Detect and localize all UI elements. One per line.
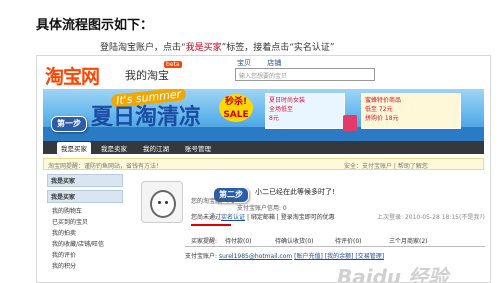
taobao-logo[interactable]: 淘宝网 — [45, 62, 100, 89]
promo2-line1: 蜜蜂特价商品 — [365, 97, 402, 104]
caption-prefix: 登陆淘宝账户，点击“ — [100, 43, 186, 53]
search-input[interactable]: 输入您想要的宝贝 — [235, 68, 375, 81]
sidebar-head-2[interactable]: 我是买家 — [47, 190, 123, 203]
status-line: 您尚未通过实名认证 | 绑定邮箱 | 登录淘宝即可的优惠 — [191, 212, 335, 221]
notice-right: 安全：支付宝账户 | 帮助了解您 — [344, 163, 428, 170]
tab-pending-payment[interactable]: 待付款(0) — [225, 236, 252, 245]
main-nav: 我是买家 我是卖家 我的江湖 账号管理 — [43, 141, 484, 154]
promo1-line3: 8元 — [269, 115, 279, 122]
nav-jianghu-tab[interactable]: 我的江湖 — [143, 143, 169, 153]
face-icon — [150, 190, 176, 218]
alipay-line: 支付宝账户: surel1985@hotmail.com [账户充值] [我的余… — [185, 251, 384, 260]
promo1-line1: 夏日时尚女装 — [269, 97, 306, 104]
account-info: 您的淘宝账户: 1 — [191, 197, 235, 206]
sidebar: 我是买家 我是买家 我的购物车 已买到的宝贝 我的拍卖 我的收藏/店铺/旺信 我… — [47, 174, 123, 282]
reminder-label: 买家提醒: — [191, 238, 218, 245]
notice-bar: 淘宝网提醒：谨防钓鱼网站，省钱有方法！ 安全：支付宝账户 | 帮助了解您 — [43, 158, 484, 170]
sidebar-head-1[interactable]: 我是买家 — [47, 174, 123, 187]
tab-pending-receipt[interactable]: 待确认收货(0) — [275, 236, 314, 245]
real-name-auth-link[interactable]: 实名认证 — [221, 214, 245, 221]
tab-three-months[interactable]: 三个月商家(2) — [389, 236, 428, 245]
account-line-1: 您的淘宝账户: 1 — [191, 198, 235, 205]
promo1-line2: 全场低至 — [269, 106, 294, 113]
banner-title: 夏日淘清凉 — [91, 105, 202, 130]
tab-baobei[interactable]: 宝贝 — [237, 59, 251, 67]
sidebar-item-bought[interactable]: 已买到的宝贝 — [47, 217, 123, 228]
step1-callout: 第一步 — [51, 116, 87, 132]
sidebar-item-favorites[interactable]: 我的收藏/店铺/旺信 — [47, 239, 123, 250]
baidu-watermark: Baidu 经验 — [337, 265, 449, 283]
caption-highlight: 我是买家 — [185, 43, 222, 53]
sidebar-item-cart[interactable]: 我的购物车 — [47, 206, 123, 217]
buyer-reminder-tabs: 买家提醒: 待付款(0) 待确认收货(0) 待评价(0) 三个月商家(2) — [185, 233, 485, 247]
pay-label: 支付宝账户: — [185, 253, 218, 260]
tab-pending-review[interactable]: 待评价(0) — [335, 236, 362, 245]
red-underline — [191, 224, 231, 226]
pay-links[interactable]: [账户充值] [我的余额] [交易管理] — [294, 253, 384, 260]
page-heading: 具体流程图示如下： — [36, 18, 154, 33]
sidebar-item-reviews[interactable]: 我的评价 — [47, 250, 123, 261]
shirt-image — [343, 115, 357, 131]
caption-suffix: ”标签，接着点击“实名认证” — [221, 43, 335, 53]
sale-badge: 秒杀! SALE — [219, 94, 253, 122]
nav-account-tab[interactable]: 账号管理 — [185, 143, 211, 153]
promo-womens-clothing[interactable]: 夏日时尚女装 全场低至 8元 — [265, 93, 345, 129]
promo2-line3: 拼购价 18元 — [365, 115, 399, 122]
nav-seller-tab[interactable]: 我是卖家 — [101, 143, 127, 153]
pay-email[interactable]: surel1985@hotmail.com — [219, 253, 292, 260]
welcome-message: 小二已经在此等候多时了! — [255, 188, 335, 196]
beta-badge: beta — [164, 61, 182, 68]
sidebar-item-auction[interactable]: 我的拍卖 — [47, 228, 123, 239]
status-prefix: 您尚未通过 — [191, 214, 222, 221]
taobao-screenshot: 淘宝网 我的淘宝 beta 宝贝 店铺 输入您想要的宝贝 It's summer… — [36, 55, 491, 283]
promo2-line2: 低至 72元 — [365, 106, 393, 113]
notice-left: 淘宝网提醒：谨防钓鱼网站，省钱有方法！ — [48, 163, 163, 170]
last-login: 上次登录: 2010-05-28 18:15(不是我?) — [377, 214, 485, 221]
tab-dianpu[interactable]: 店铺 — [267, 59, 281, 67]
sidebar-item-points[interactable]: 我的积分 — [47, 261, 123, 272]
summer-banner[interactable]: It's summer 夏日淘清凉 秒杀! SALE 夏日时尚女装 全场低至 8… — [43, 89, 484, 141]
step-caption: 登陆淘宝账户，点击“我是买家”标签，接着点击“实名认证” — [100, 40, 334, 53]
avatar[interactable] — [141, 181, 183, 223]
nav-buyer-tab[interactable]: 我是买家 — [57, 142, 91, 154]
promo-bee-deals[interactable]: 蜜蜂特价商品 低至 72元 拼购价 18元 — [361, 93, 461, 129]
my-taobao-label: 我的淘宝 — [125, 69, 169, 82]
search-tabs: 宝贝 店铺 — [237, 58, 295, 68]
status-mid: | 绑定邮箱 | 登录淘宝即可的优惠 — [246, 214, 335, 221]
